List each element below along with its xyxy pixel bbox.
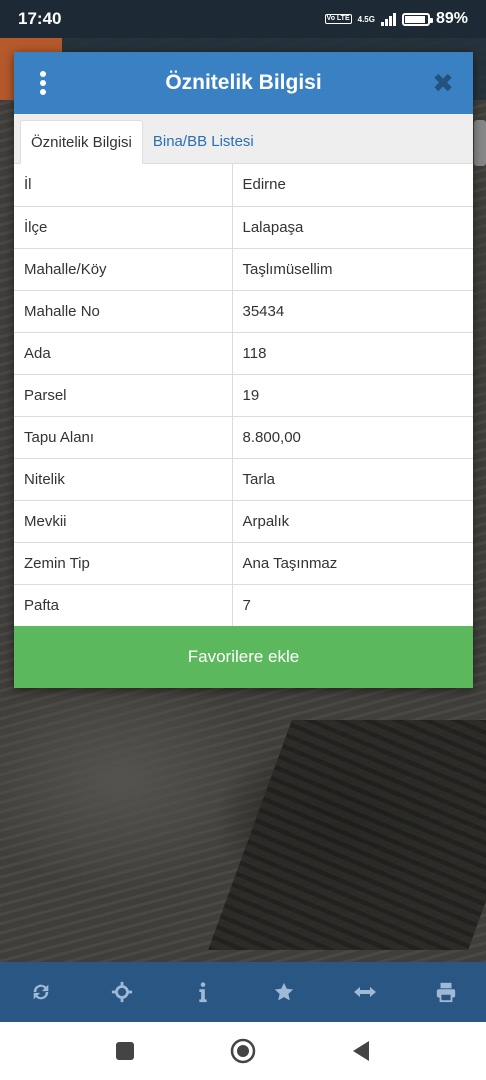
table-row: Tapu Alanı 8.800,00	[14, 416, 473, 459]
table-row: Mahalle/Köy Taşlımüsellim	[14, 248, 473, 291]
measure-arrows-icon[interactable]	[345, 972, 385, 1012]
close-icon[interactable]: ✖	[429, 69, 457, 97]
refresh-icon[interactable]	[21, 972, 61, 1012]
status-bar: 17:40 Vo LTE 4.5G 89%	[0, 0, 486, 38]
add-to-favorites-button[interactable]: Favorilere ekle	[14, 626, 473, 688]
attribute-value: 118	[232, 332, 473, 375]
recent-apps-icon[interactable]	[110, 1036, 140, 1066]
tab-bar: Öznitelik Bilgisi Bina/BB Listesi	[14, 114, 473, 164]
attribute-value: Edirne	[232, 164, 473, 207]
attribute-key: Parsel	[14, 374, 233, 417]
attribute-key: Ada	[14, 332, 233, 375]
attribute-value: Lalapaşa	[232, 206, 473, 249]
attribute-value: 19	[232, 374, 473, 417]
table-row: Nitelik Tarla	[14, 458, 473, 501]
table-row: Ada 118	[14, 332, 473, 375]
attribute-value: 35434	[232, 290, 473, 333]
attribute-key: Mahalle No	[14, 290, 233, 333]
table-row: Zemin Tip Ana Taşınmaz	[14, 542, 473, 585]
signal-icon	[380, 12, 396, 26]
attribute-dialog: Öznitelik Bilgisi ✖ Öznitelik Bilgisi Bi…	[14, 52, 473, 688]
table-row: Pafta 7	[14, 584, 473, 627]
attribute-value: 7	[232, 584, 473, 627]
attribute-key: Zemin Tip	[14, 542, 233, 585]
volte-icon: Vo LTE	[324, 14, 352, 24]
star-icon[interactable]	[264, 972, 304, 1012]
bottom-toolbar	[0, 962, 486, 1022]
table-row: İlçe Lalapaşa	[14, 206, 473, 249]
battery-percent: 89%	[435, 10, 468, 27]
back-icon[interactable]	[346, 1036, 376, 1066]
attribute-key: Mahalle/Köy	[14, 248, 233, 291]
status-indicators: Vo LTE 4.5G 89%	[324, 10, 468, 28]
system-nav-bar	[0, 1022, 486, 1080]
kebab-menu-icon[interactable]	[34, 69, 52, 97]
table-row: İl Edirne	[14, 164, 473, 207]
attribute-value: Tarla	[232, 458, 473, 501]
attribute-key: Mevkii	[14, 500, 233, 543]
attribute-value: Arpalık	[232, 500, 473, 543]
attribute-key: Nitelik	[14, 458, 233, 501]
info-icon[interactable]	[183, 972, 223, 1012]
home-icon[interactable]	[228, 1036, 258, 1066]
attribute-table: İl Edirne İlçe Lalapaşa Mahalle/Köy Taşlımüse…	[14, 164, 473, 627]
network-type: 4.5G	[357, 14, 375, 24]
table-row: Mevkii Arpalık	[14, 500, 473, 543]
attribute-key: Tapu Alanı	[14, 416, 233, 459]
dialog-title: Öznitelik Bilgisi	[165, 71, 322, 94]
attribute-key: İl	[14, 164, 233, 207]
locate-crosshair-icon[interactable]	[102, 972, 142, 1012]
tab-attribute-info[interactable]: Öznitelik Bilgisi	[20, 120, 143, 164]
map-side-handle[interactable]	[474, 120, 486, 166]
attribute-key: İlçe	[14, 206, 233, 249]
table-row: Mahalle No 35434	[14, 290, 473, 333]
attribute-value: Ana Taşınmaz	[232, 542, 473, 585]
print-icon[interactable]	[426, 972, 466, 1012]
attribute-key: Pafta	[14, 584, 233, 627]
table-row: Parsel 19	[14, 374, 473, 417]
status-time: 17:40	[18, 9, 62, 28]
tab-building-list[interactable]: Bina/BB Listesi	[143, 119, 264, 163]
dialog-header: Öznitelik Bilgisi ✖	[14, 52, 473, 114]
attribute-value: Taşlımüsellim	[232, 248, 473, 291]
attribute-value: 8.800,00	[232, 416, 473, 459]
battery-icon	[401, 12, 433, 26]
